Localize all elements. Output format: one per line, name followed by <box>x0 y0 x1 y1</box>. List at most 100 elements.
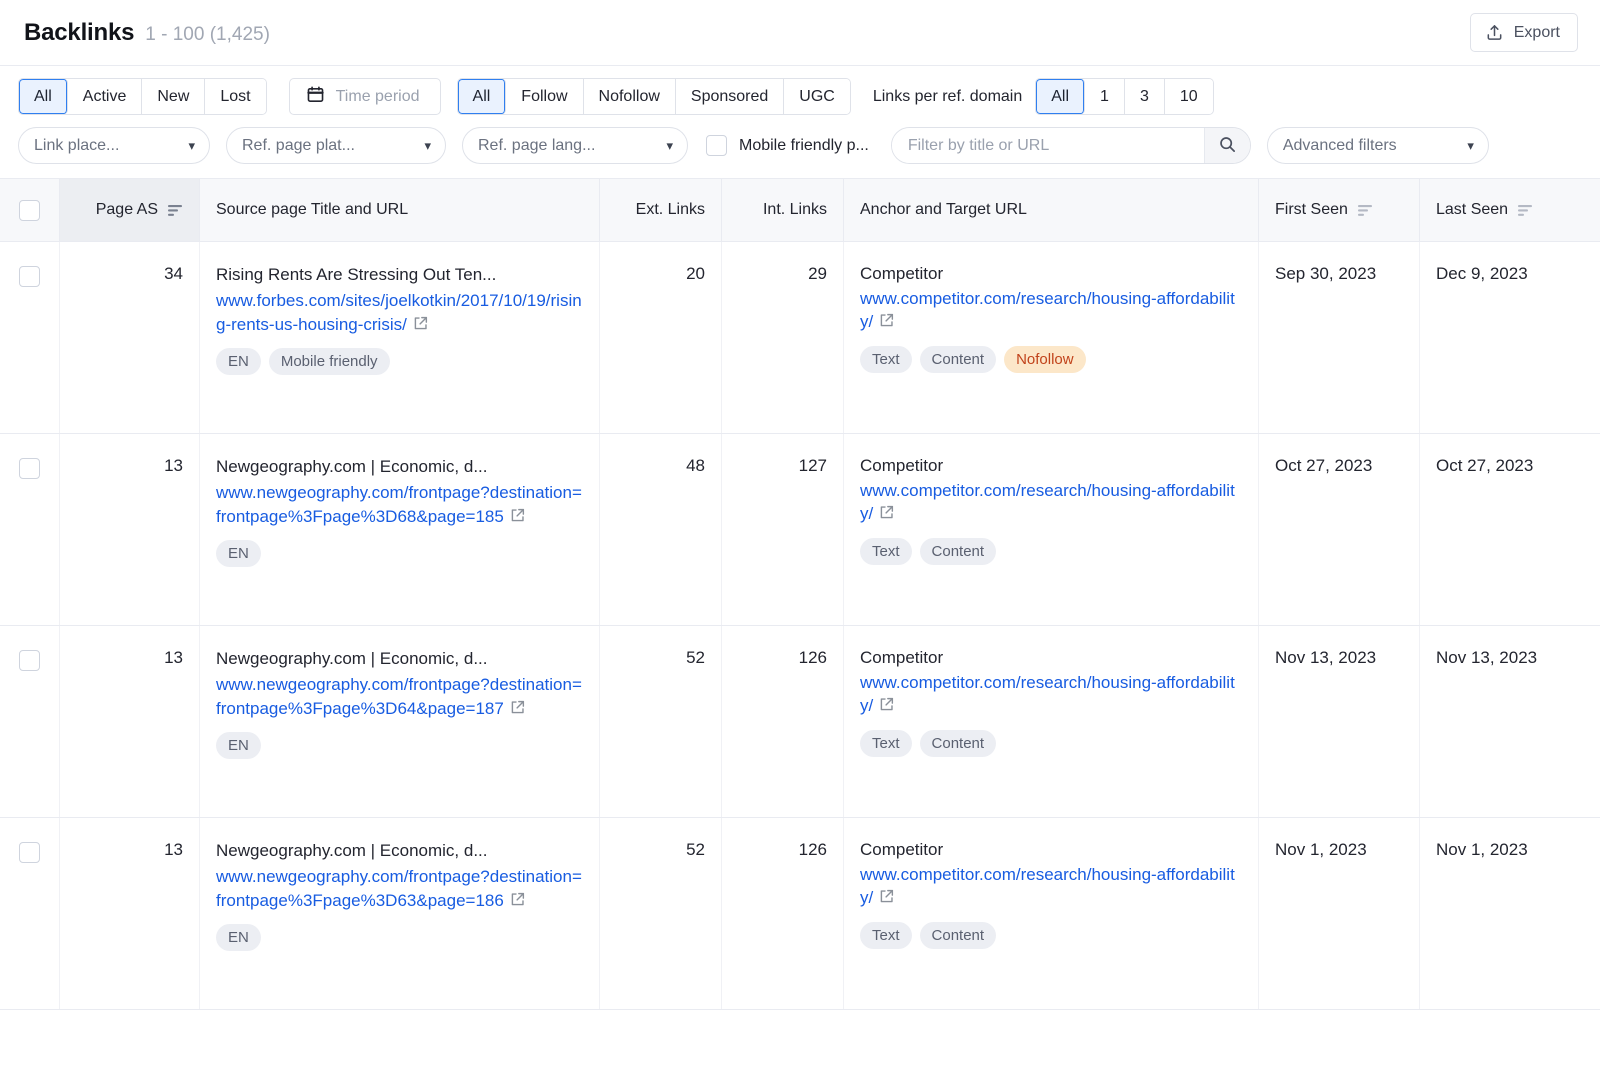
source-page-title: Newgeography.com | Economic, d... <box>216 648 583 670</box>
links-per-domain-10[interactable]: 10 <box>1165 79 1213 114</box>
chevron-down-icon: ▾ <box>188 139 195 152</box>
status-filter-segment[interactable]: All Active New Lost <box>18 78 267 115</box>
status-filter-all[interactable]: All <box>19 79 68 114</box>
cell-last-seen: Dec 9, 2023 <box>1420 242 1600 433</box>
row-select-cell[interactable] <box>0 626 60 817</box>
external-link-icon[interactable] <box>509 699 526 722</box>
row-checkbox[interactable] <box>19 458 40 479</box>
table-row[interactable]: 13 Newgeography.com | Economic, d... www… <box>0 818 1600 1010</box>
cell-source: Newgeography.com | Economic, d... www.ne… <box>200 626 600 817</box>
row-select-cell[interactable] <box>0 434 60 625</box>
cell-anchor: Competitor www.competitor.com/research/h… <box>844 242 1259 433</box>
external-link-icon[interactable] <box>878 696 895 719</box>
source-badges: EN <box>216 924 583 951</box>
follow-type-segment[interactable]: All Follow Nofollow Sponsored UGC <box>457 78 851 115</box>
anchor-badge: Text <box>860 730 912 757</box>
status-filter-active[interactable]: Active <box>68 79 143 114</box>
target-url[interactable]: www.competitor.com/research/housing-affo… <box>860 863 1242 912</box>
target-url[interactable]: www.competitor.com/research/housing-affo… <box>860 479 1242 528</box>
status-filter-new[interactable]: New <box>142 79 205 114</box>
search-icon <box>1218 135 1237 157</box>
target-url-text: www.competitor.com/research/housing-affo… <box>860 865 1235 907</box>
links-per-domain-1[interactable]: 1 <box>1085 79 1125 114</box>
row-checkbox[interactable] <box>19 842 40 863</box>
column-header-last-seen[interactable]: Last Seen <box>1420 179 1600 241</box>
follow-filter-ugc[interactable]: UGC <box>784 79 850 114</box>
sort-icon[interactable] <box>1517 204 1533 217</box>
search-group[interactable] <box>891 127 1251 164</box>
target-url[interactable]: www.competitor.com/research/housing-affo… <box>860 287 1242 336</box>
external-link-icon[interactable] <box>878 312 895 335</box>
external-link-icon[interactable] <box>412 315 429 338</box>
source-page-title: Rising Rents Are Stressing Out Ten... <box>216 264 583 286</box>
source-page-url-text: www.forbes.com/sites/joelkotkin/2017/10/… <box>216 291 582 333</box>
column-header-last-seen-label: Last Seen <box>1436 201 1508 219</box>
column-header-first-seen[interactable]: First Seen <box>1259 179 1420 241</box>
external-link-icon[interactable] <box>509 891 526 914</box>
table-row[interactable]: 13 Newgeography.com | Economic, d... www… <box>0 626 1600 818</box>
source-page-title: Newgeography.com | Economic, d... <box>216 840 583 862</box>
status-filter-lost[interactable]: Lost <box>205 79 265 114</box>
cell-ext-links: 20 <box>600 242 722 433</box>
column-header-ext-links-label: Ext. Links <box>636 201 705 219</box>
chevron-down-icon: ▾ <box>1467 139 1474 152</box>
mobile-friendly-checkbox[interactable]: Mobile friendly p... <box>706 135 869 156</box>
links-per-domain-all[interactable]: All <box>1036 79 1085 114</box>
follow-filter-nofollow[interactable]: Nofollow <box>584 79 676 114</box>
follow-filter-all[interactable]: All <box>458 79 507 114</box>
column-header-page-as[interactable]: Page AS <box>60 179 200 241</box>
search-button[interactable] <box>1204 128 1250 163</box>
follow-filter-sponsored[interactable]: Sponsored <box>676 79 784 114</box>
anchor-badge: Content <box>920 922 997 949</box>
ref-page-platform-dropdown[interactable]: Ref. page plat... ▾ <box>226 127 446 164</box>
link-placement-label: Link place... <box>34 137 119 155</box>
source-badge: EN <box>216 348 261 375</box>
table-row[interactable]: 34 Rising Rents Are Stressing Out Ten...… <box>0 242 1600 434</box>
cell-first-seen: Nov 1, 2023 <box>1259 818 1420 1009</box>
source-page-url[interactable]: www.newgeography.com/frontpage?destinati… <box>216 481 583 530</box>
external-link-icon[interactable] <box>878 888 895 911</box>
ref-page-language-dropdown[interactable]: Ref. page lang... ▾ <box>462 127 688 164</box>
external-link-icon[interactable] <box>878 504 895 527</box>
cell-page-as: 13 <box>60 626 200 817</box>
select-all-header[interactable] <box>0 179 60 241</box>
table-row[interactable]: 13 Newgeography.com | Economic, d... www… <box>0 434 1600 626</box>
source-page-url[interactable]: www.newgeography.com/frontpage?destinati… <box>216 673 583 722</box>
source-page-url[interactable]: www.newgeography.com/frontpage?destinati… <box>216 865 583 914</box>
advanced-filters-dropdown[interactable]: Advanced filters ▾ <box>1267 127 1489 164</box>
chevron-down-icon: ▾ <box>666 139 673 152</box>
target-url[interactable]: www.competitor.com/research/housing-affo… <box>860 671 1242 720</box>
anchor-badge: Content <box>920 538 997 565</box>
links-per-domain-segment[interactable]: All 1 3 10 <box>1035 78 1213 115</box>
anchor-text: Competitor <box>860 840 1242 860</box>
time-period-filter[interactable]: Time period <box>289 78 441 115</box>
anchor-text: Competitor <box>860 456 1242 476</box>
select-all-checkbox[interactable] <box>19 200 40 221</box>
target-url-text: www.competitor.com/research/housing-affo… <box>860 481 1235 523</box>
anchor-badge: Text <box>860 922 912 949</box>
sort-icon[interactable] <box>1357 204 1373 217</box>
filter-row-primary: All Active New Lost Time period All Foll… <box>18 78 1578 115</box>
cell-ext-links: 48 <box>600 434 722 625</box>
row-checkbox[interactable] <box>19 266 40 287</box>
column-header-source-label: Source page Title and URL <box>216 201 408 219</box>
cell-last-seen: Nov 1, 2023 <box>1420 818 1600 1009</box>
sort-icon[interactable] <box>167 204 183 217</box>
export-button-label: Export <box>1514 24 1560 42</box>
export-button[interactable]: Export <box>1470 13 1578 52</box>
link-placement-dropdown[interactable]: Link place... ▾ <box>18 127 210 164</box>
row-select-cell[interactable] <box>0 818 60 1009</box>
source-page-url[interactable]: www.forbes.com/sites/joelkotkin/2017/10/… <box>216 289 583 338</box>
search-input[interactable] <box>892 128 1204 163</box>
column-header-anchor-label: Anchor and Target URL <box>860 201 1027 219</box>
column-header-source: Source page Title and URL <box>200 179 600 241</box>
row-checkbox[interactable] <box>19 650 40 671</box>
follow-filter-follow[interactable]: Follow <box>506 79 583 114</box>
anchor-text: Competitor <box>860 648 1242 668</box>
checkbox-box[interactable] <box>706 135 727 156</box>
column-header-first-seen-label: First Seen <box>1275 201 1348 219</box>
mobile-friendly-label: Mobile friendly p... <box>739 137 869 155</box>
row-select-cell[interactable] <box>0 242 60 433</box>
links-per-domain-3[interactable]: 3 <box>1125 79 1165 114</box>
external-link-icon[interactable] <box>509 507 526 530</box>
